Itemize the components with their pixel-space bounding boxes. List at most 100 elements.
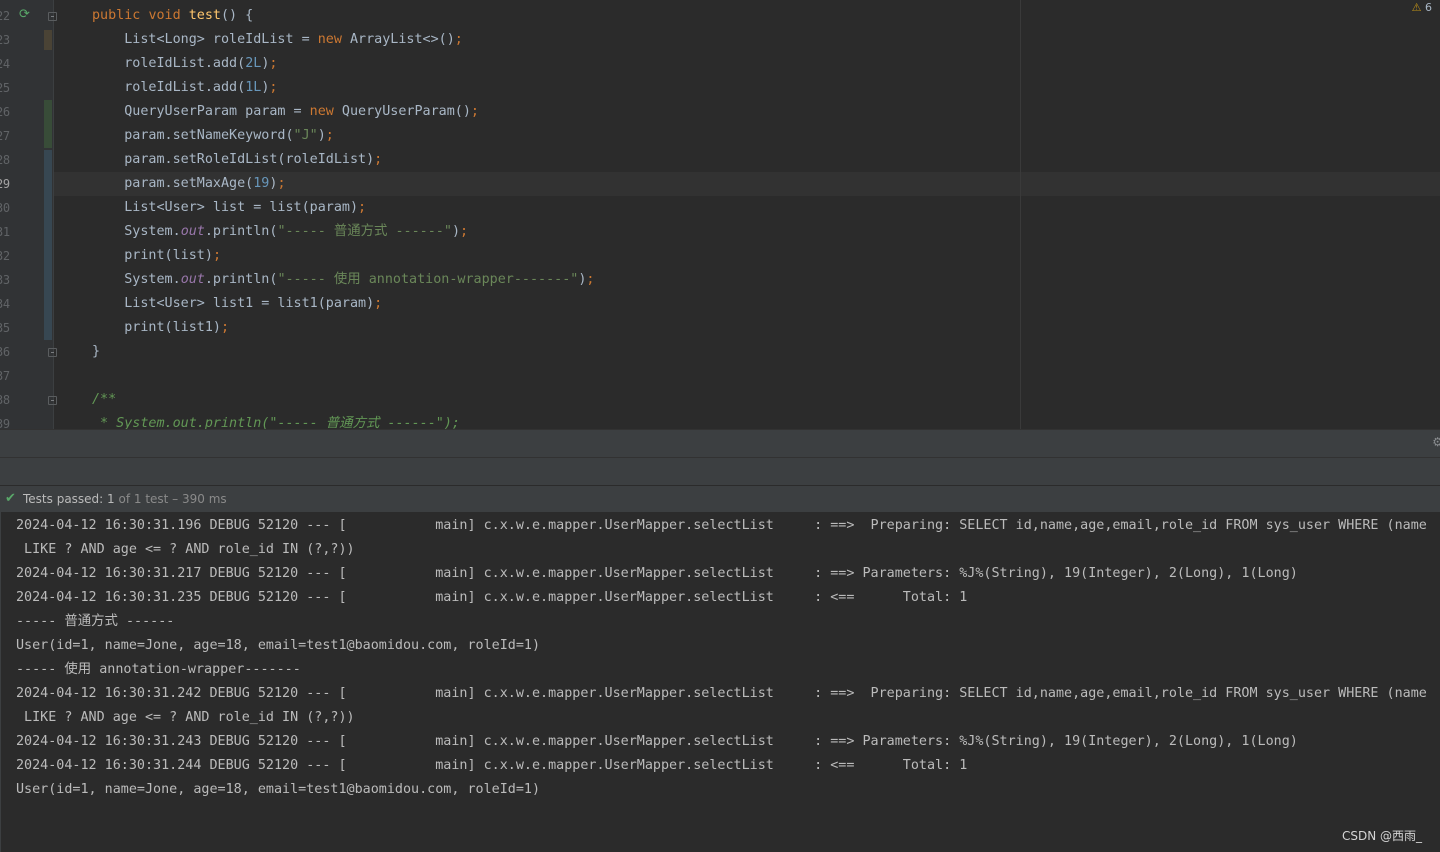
code-line[interactable]: param.setNameKeyword("J"); xyxy=(92,124,334,148)
line-number: 32 xyxy=(0,249,10,263)
code-line[interactable]: print(list1); xyxy=(92,316,229,340)
code-line[interactable]: List<Long> roleIdList = new ArrayList<>(… xyxy=(92,28,463,52)
line-number: 27 xyxy=(0,129,10,143)
code-token: List<Long> roleIdList = xyxy=(92,32,318,47)
line-number: 29 xyxy=(0,177,10,191)
code-token: QueryUserParam param = xyxy=(92,104,310,119)
line-number: 35 xyxy=(0,321,10,335)
code-line[interactable]: public void test() { xyxy=(92,4,253,28)
code-token: 19 xyxy=(253,176,270,191)
console-line[interactable]: 2024-04-12 16:30:31.235 DEBUG 52120 --- … xyxy=(16,586,967,610)
code-line[interactable]: List<User> list = list(param); xyxy=(92,196,366,220)
watermark: CSDN @西雨_ xyxy=(1341,829,1422,843)
code-line[interactable]: param.setMaxAge(19); xyxy=(92,172,286,196)
run-toolbar xyxy=(0,457,1440,485)
line-number: 34 xyxy=(0,297,10,311)
code-token: ; xyxy=(277,176,286,191)
line-number: 39 xyxy=(0,417,10,429)
console-line[interactable]: 2024-04-12 16:30:31.217 DEBUG 52120 --- … xyxy=(16,562,1298,586)
code-token: ArrayList<>() xyxy=(349,32,455,47)
fold-marker-icon[interactable] xyxy=(48,348,57,357)
code-line[interactable]: param.setRoleIdList(roleIdList); xyxy=(92,148,382,172)
line-number: 24 xyxy=(0,57,10,71)
code-editor[interactable]: 22 23 24 25 26 27 28 29 30 31 32 33 34 35 36 37 38 39 ⟳ p… xyxy=(0,0,1440,429)
console-line[interactable]: User(id=1, name=Jone, age=18, email=test… xyxy=(16,778,540,802)
vcs-change-marker[interactable] xyxy=(44,30,52,50)
code-token: () { xyxy=(221,8,254,23)
code-token: * System.out.println("----- 普通方式 ------"… xyxy=(92,416,460,429)
code-token: "----- 普通方式 ------" xyxy=(277,224,452,239)
console-line[interactable]: User(id=1, name=Jone, age=18, email=test… xyxy=(16,634,540,658)
vcs-added-marker[interactable] xyxy=(44,100,52,148)
test-status-text: Tests passed: 1 of 1 test – 390 ms xyxy=(23,492,227,506)
check-icon: ✔ xyxy=(5,491,16,506)
code-line[interactable]: System.out.println("----- 普通方式 ------"); xyxy=(92,220,468,244)
code-token: test xyxy=(188,8,221,23)
fold-marker-icon[interactable] xyxy=(48,12,57,21)
code-token: ; xyxy=(586,272,595,287)
code-line[interactable]: print(list); xyxy=(92,244,221,268)
code-token: } xyxy=(92,344,101,359)
code-line[interactable]: * System.out.println("----- 普通方式 ------"… xyxy=(92,412,460,429)
code-token: QueryUserParam() xyxy=(341,104,471,119)
code-token: System. xyxy=(92,272,181,287)
warnings-indicator[interactable]: ⚠ 6 xyxy=(1412,1,1432,14)
line-number: 38 xyxy=(0,393,10,407)
console-line[interactable]: ----- 普通方式 ------ xyxy=(16,610,174,634)
code-token: roleIdList.add( xyxy=(92,80,246,95)
test-status-bar: ✔ Tests passed: 1 of 1 test – 390 ms xyxy=(0,485,1440,512)
code-line[interactable]: QueryUserParam param = new QueryUserPara… xyxy=(92,100,479,124)
console-line[interactable]: 2024-04-12 16:30:31.242 DEBUG 52120 --- … xyxy=(16,682,1427,706)
console-line[interactable]: 2024-04-12 16:30:31.196 DEBUG 52120 --- … xyxy=(16,514,1427,538)
code-token: out xyxy=(180,224,205,239)
line-number: 28 xyxy=(0,153,10,167)
code-token: ; xyxy=(470,104,479,119)
code-token: "----- 使用 annotation-wrapper-------" xyxy=(277,272,579,287)
code-token: print(list) xyxy=(92,248,213,263)
console-line[interactable]: LIKE ? AND age <= ? AND role_id IN (?,?)… xyxy=(16,538,355,562)
console-output[interactable]: 2024-04-12 16:30:31.196 DEBUG 52120 --- … xyxy=(0,512,1440,852)
code-line[interactable]: System.out.println("----- 使用 annotation-… xyxy=(92,268,594,292)
console-line[interactable]: 2024-04-12 16:30:31.243 DEBUG 52120 --- … xyxy=(16,730,1298,754)
code-line[interactable]: List<User> list1 = list1(param); xyxy=(92,292,382,316)
tests-passed-count: 1 xyxy=(107,492,115,506)
vcs-modified-marker[interactable] xyxy=(44,150,52,340)
right-margin-guide xyxy=(1020,0,1021,429)
code-token: new xyxy=(317,32,350,47)
code-token: public xyxy=(92,8,149,23)
code-token: roleIdList.add( xyxy=(92,56,246,71)
code-token: List<User> list = list(param) xyxy=(92,200,359,215)
code-token: out xyxy=(180,272,205,287)
code-token: ; xyxy=(460,224,469,239)
line-number: 22 xyxy=(0,9,10,23)
code-token: ) xyxy=(451,224,460,239)
console-line[interactable]: 2024-04-12 16:30:31.244 DEBUG 52120 --- … xyxy=(16,754,967,778)
code-token: .println( xyxy=(204,272,278,287)
run-test-icon[interactable]: ⟳ xyxy=(19,7,35,23)
code-line[interactable]: /** xyxy=(92,388,116,412)
code-token: ; xyxy=(454,32,463,47)
code-token: .println( xyxy=(204,224,278,239)
code-token: System. xyxy=(92,224,181,239)
tool-window-header[interactable]: ⚙ xyxy=(0,429,1440,457)
code-line[interactable]: } xyxy=(92,340,100,364)
fold-marker-icon[interactable] xyxy=(48,396,57,405)
code-token: "J" xyxy=(293,128,318,143)
code-token: /** xyxy=(92,392,117,407)
code-token: param.setMaxAge( xyxy=(92,176,254,191)
console-line[interactable]: ----- 使用 annotation-wrapper------- xyxy=(16,658,301,682)
line-number: 26 xyxy=(0,105,10,119)
code-token: new xyxy=(309,104,342,119)
code-line[interactable]: roleIdList.add(2L); xyxy=(92,52,277,76)
warning-icon: ⚠ xyxy=(1411,1,1422,14)
line-number: 23 xyxy=(0,33,10,47)
settings-gear-icon[interactable]: ⚙ xyxy=(1432,435,1440,449)
console-line[interactable]: LIKE ? AND age <= ? AND role_id IN (?,?)… xyxy=(16,706,355,730)
code-line[interactable]: roleIdList.add(1L); xyxy=(92,76,277,100)
code-token: ; xyxy=(212,248,221,263)
code-token: param.setNameKeyword( xyxy=(92,128,294,143)
code-token: List<User> list1 = list1(param) xyxy=(92,296,375,311)
code-token: void xyxy=(148,8,189,23)
code-token: 2L xyxy=(245,56,262,71)
line-number: 25 xyxy=(0,81,10,95)
